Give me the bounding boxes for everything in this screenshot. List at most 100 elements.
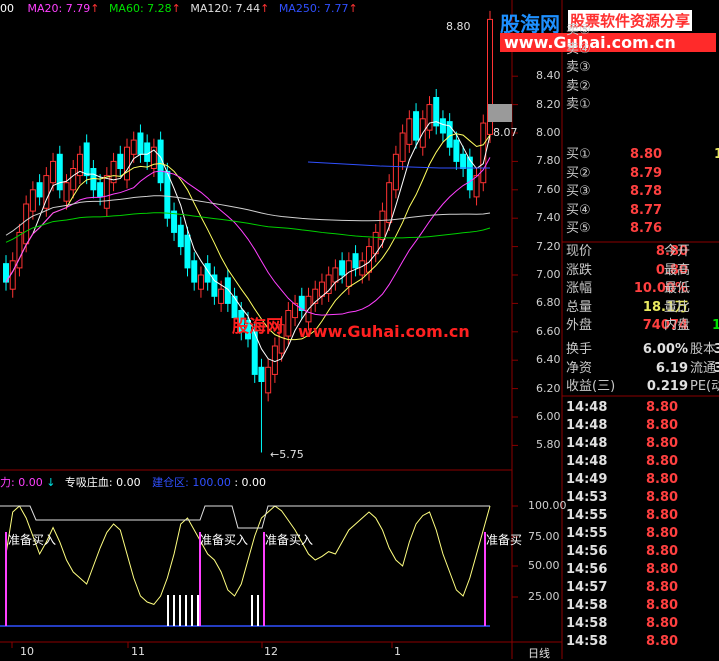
stat-row: 现价 8.80 今开 [566,243,690,261]
ma-legend: 00 MA20: 7.79↑ MA60: 7.28↑ MA120: 7.44↑ … [0,2,358,15]
bid-row[interactable]: 买⑤ 8.76 [566,220,662,238]
candle-body [359,260,366,276]
tick-row: 14:55 8.80 [566,525,678,543]
price-tick-label: 7.60 [536,182,561,196]
ma120-arrow: ↑ [260,2,270,15]
tick-price: 8.80 [646,472,679,487]
stat-label: 最低 [664,281,691,296]
candle-body [63,182,70,202]
bid-price: 8.76 [630,221,663,236]
candle-body [184,234,191,269]
ma60-value: MA60: 7.28 [108,2,172,15]
stat-row: 外盘 74074 内盘 1 [566,317,719,335]
ma20-value: MA20: 7.79 [27,2,91,15]
ma120-line [5,195,491,236]
oscillator-line [5,505,491,605]
date-label: 1 [394,645,401,658]
price-tick-label: 6.80 [536,296,561,310]
candle-body [70,168,77,191]
candle-body [392,153,399,191]
candle-body [352,253,359,269]
ask-row[interactable]: 卖② [566,78,591,96]
price-tick-label: 7.20 [536,239,561,253]
tick-row: 14:55 8.80 [566,507,678,525]
candle-body [218,288,225,304]
tick-row: 14:49 8.80 [566,471,678,489]
candle-body [413,111,420,141]
candle-body [50,160,57,184]
candle-body [258,366,265,382]
candle-body [23,203,30,245]
high-price-label: 8.80 [446,20,471,33]
indicator-name: 专吸庄血: 0.00 [64,476,141,489]
stat-label: 总量 [566,299,593,315]
price-tick-label: 7.00 [536,268,561,281]
current-price-label: 8.07 [493,126,518,139]
candle-body [130,139,137,155]
tick-price: 8.80 [646,454,679,469]
tick-time: 14:55 [566,526,608,541]
tick-price: 8.80 [646,490,679,505]
stat-value: 0.219 [646,379,688,394]
tick-row: 14:53 8.80 [566,489,678,507]
stat-label: 最高 [664,262,691,278]
tick-time: 14:49 [566,472,608,487]
tick-time: 14:56 [566,562,608,577]
bid-price: 8.80 [630,147,663,162]
stat-label: 外盘 [566,318,593,333]
ask-row[interactable]: 卖① [566,96,591,114]
tick-price: 8.80 [646,616,679,631]
tick-price: 8.80 [646,544,679,559]
ma20-line [5,157,491,316]
bid-label: 买② [566,165,591,181]
price-tick-label: 8.00 [536,126,561,139]
stat-value: 6.19 [655,360,688,376]
price-tick-label: 8.40 [536,69,561,83]
stat-label: 净资 [566,360,593,376]
tick-row: 14:48 8.80 [566,435,678,453]
price-tick-label: 6.20 [536,381,561,395]
tick-row: 14:58 8.80 [566,597,678,615]
price-marker [488,104,512,122]
ask-label: 卖④ [566,41,591,57]
ask-row[interactable]: 卖⑤ [566,22,591,40]
candle-body [191,260,198,283]
bid-row[interactable]: 买① 8.80 1 [566,146,719,164]
ind-tick-label: 75.00 [528,530,560,543]
tick-time: 14:48 [566,454,608,469]
tick-time: 14:53 [566,490,608,505]
tick-time: 14:58 [566,598,608,613]
stat-label: 量比 [664,299,691,315]
stat-row: 收益(三) 0.219PE(动) [566,378,719,396]
ask-row[interactable]: 卖③ [566,59,591,77]
tick-time: 14:58 [566,616,608,631]
tick-price: 8.80 [646,418,679,433]
candle-body [117,153,124,170]
tick-row: 14:48 8.80 [566,399,678,417]
watermark-url: www.Guhai.com.cn [500,33,716,52]
date-label: 10 [20,645,34,658]
candle-body [197,274,204,290]
candle-body [453,139,460,162]
tick-price: 8.80 [646,580,679,595]
signal-label: 准备买入 [8,533,57,547]
candle-body [83,142,90,177]
bid-row[interactable]: 买② 8.79 [566,165,662,183]
candle-body [460,153,467,170]
bid-label: 买③ [566,184,591,199]
ma250-value: MA250: 7.77 [278,2,349,15]
bid-label: 买④ [566,202,591,218]
ma60-arrow: ↑ [171,2,181,15]
ask-row[interactable]: 卖④ [566,41,591,59]
stat-label: 现价 [566,244,593,259]
bid-row[interactable]: 买③ 8.78 [566,183,662,201]
watermark-center-url: www.Guhai.com.cn [298,322,470,341]
candle-body [339,260,346,276]
stat-value: 1 [712,318,719,333]
candle-body [473,175,480,198]
indicator-legend: 力: 0.00 ↓ 专吸庄血: 0.00 建仓区: 100.00 : 0.00 [0,474,266,490]
tick-time: 14:55 [566,508,608,523]
candle-body [164,170,171,219]
stat-label: PE(动) [690,379,719,394]
bid-row[interactable]: 买④ 8.77 [566,202,662,220]
